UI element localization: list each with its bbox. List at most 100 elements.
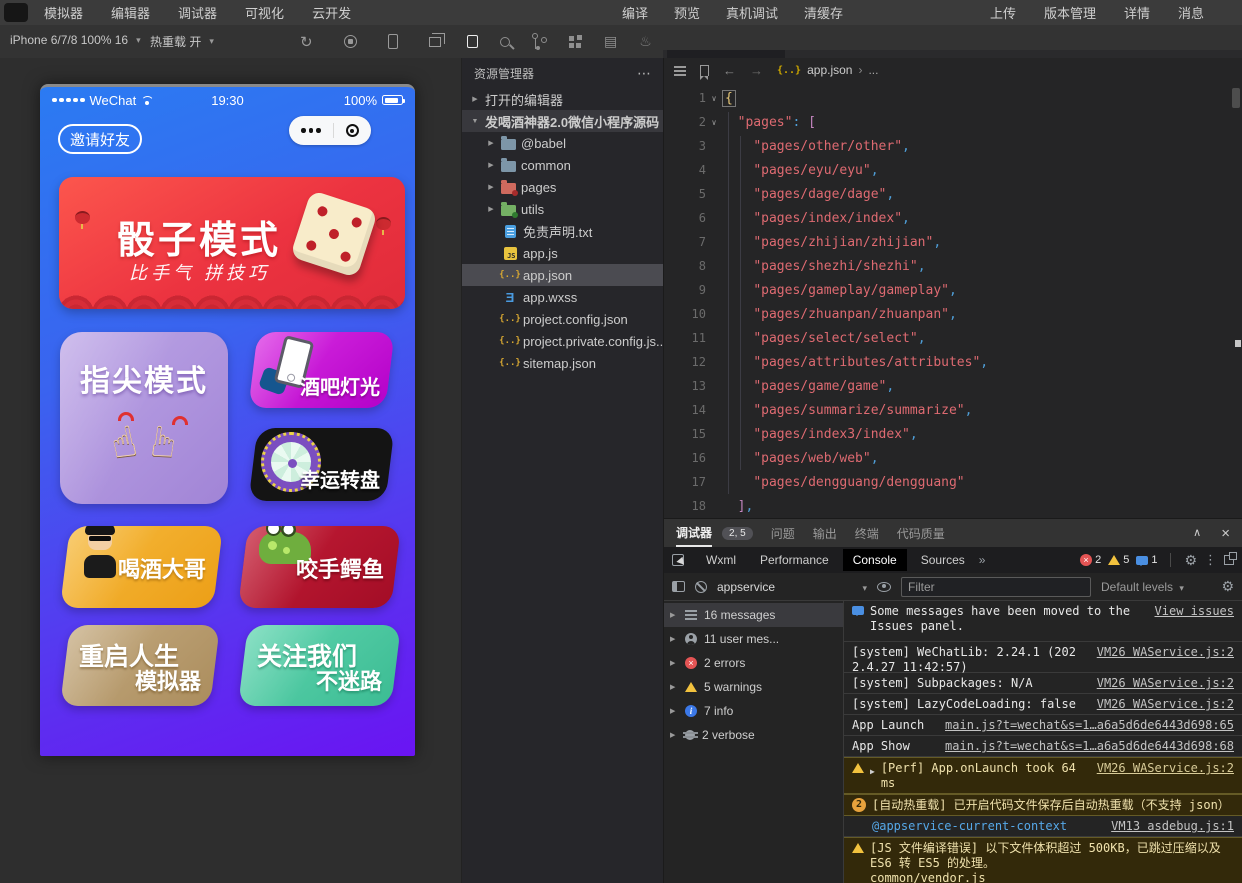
tree-item-sitemap-json[interactable]: sitemap.json	[462, 352, 663, 374]
tab-wxml[interactable]: Wxml	[696, 549, 746, 571]
file-path[interactable]: common/vendor.js	[870, 871, 1234, 883]
settings-gear-icon[interactable]	[1184, 552, 1197, 569]
multi-window-icon[interactable]	[429, 37, 441, 47]
tab-sources[interactable]: Sources	[911, 549, 975, 571]
menu-simulator[interactable]: 模拟器	[44, 3, 83, 22]
context-selector[interactable]: appservice	[717, 580, 867, 594]
explorer-more-icon[interactable]	[637, 65, 651, 82]
card-drinking-bro[interactable]: 喝酒大哥	[60, 526, 223, 608]
context-link[interactable]: @appservice-current-context	[872, 819, 1097, 834]
tree-item-disclaimer-txt[interactable]: 免责声明.txt	[462, 220, 663, 242]
source-link[interactable]: main.js?t=wechat&s=1…a6a5d6de6443d698:65	[945, 718, 1234, 733]
project-root-row[interactable]: 发喝酒神器2.0微信小程序源码	[462, 110, 663, 132]
tree-item-app-json[interactable]: app.json	[462, 264, 663, 286]
hot-reload-toggle[interactable]: 热重载 开	[150, 33, 214, 50]
sidebar-user-messages[interactable]: 11 user mes...	[664, 627, 843, 651]
menu-details[interactable]: 详情	[1124, 3, 1150, 22]
tree-item-project-config[interactable]: project.config.json	[462, 308, 663, 330]
capsule-menu-icon[interactable]	[301, 128, 321, 133]
sidebar-warnings[interactable]: 5 warnings	[664, 675, 843, 699]
message-count[interactable]: 1	[1136, 554, 1157, 566]
card-lucky-wheel[interactable]: 幸运转盘	[249, 428, 395, 501]
record-stop-icon[interactable]	[344, 35, 357, 48]
tree-item-project-private-config[interactable]: project.private.config.js...	[462, 330, 663, 352]
menu-remote-debug[interactable]: 真机调试	[726, 3, 778, 22]
files-icon[interactable]	[467, 35, 478, 48]
device-selector[interactable]: iPhone 6/7/8 100% 16	[10, 33, 141, 47]
save-icon[interactable]	[604, 33, 617, 50]
live-expression-icon[interactable]	[877, 582, 891, 592]
log-levels-dropdown[interactable]: Default levels	[1101, 580, 1184, 594]
phone-icon[interactable]	[388, 34, 398, 49]
collapse-panel-icon[interactable]	[1193, 525, 1201, 542]
sidebar-toggle-icon[interactable]	[672, 581, 685, 592]
card-bar-lights[interactable]: 酒吧灯光	[248, 332, 394, 408]
more-tabs-icon[interactable]	[979, 553, 986, 567]
capsule-close-icon[interactable]	[346, 124, 359, 137]
app-logo[interactable]	[4, 3, 28, 22]
menu-preview[interactable]: 预览	[674, 3, 700, 22]
view-issues-link[interactable]: View issues	[1155, 604, 1234, 619]
menu-visualization[interactable]: 可视化	[245, 3, 284, 22]
source-link[interactable]: VM13 asdebug.js:1	[1111, 819, 1234, 834]
sidebar-info[interactable]: 7 info	[664, 699, 843, 723]
menu-editor[interactable]: 编辑器	[111, 3, 150, 22]
source-link[interactable]: main.js?t=wechat&s=1…a6a5d6de6443d698:68	[945, 739, 1234, 754]
more-options-icon[interactable]	[1204, 552, 1217, 568]
menu-messages[interactable]: 消息	[1178, 3, 1204, 22]
error-count[interactable]: 2	[1080, 554, 1101, 566]
source-link[interactable]: VM26 WAService.js:2	[1097, 676, 1234, 691]
menu-debugger[interactable]: 调试器	[178, 3, 217, 22]
tree-item-babel[interactable]: @babel	[462, 132, 663, 154]
extensions-icon[interactable]	[569, 35, 582, 48]
tab-console[interactable]: Console	[843, 549, 907, 571]
clear-console-icon[interactable]	[695, 581, 707, 593]
menu-compile[interactable]: 编译	[622, 3, 648, 22]
refresh-icon[interactable]	[300, 33, 313, 51]
tab-output[interactable]: 输出	[813, 525, 837, 542]
teapot-icon[interactable]	[639, 33, 652, 50]
tree-item-common[interactable]: common	[462, 154, 663, 176]
tab-code-quality[interactable]: 代码质量	[897, 525, 945, 542]
console-settings-icon[interactable]	[1221, 578, 1234, 595]
code-editor[interactable]: app.json ... 1∨{ 2∨ "pages": [ 3 "pages/…	[664, 58, 1242, 518]
inspect-icon[interactable]	[672, 554, 684, 566]
invite-friends-button[interactable]: 邀请好友	[58, 124, 142, 154]
editor-scrollbar[interactable]	[1232, 88, 1240, 108]
card-follow-us[interactable]: 关注我们 不迷路	[238, 625, 401, 706]
card-biting-crocodile[interactable]: 咬手鳄鱼	[238, 526, 401, 608]
source-link[interactable]: VM26 WAService.js:2	[1097, 697, 1234, 712]
filter-input[interactable]	[901, 577, 1091, 597]
tab-debugger[interactable]: 调试器	[676, 519, 712, 547]
menu-cloud[interactable]: 云开发	[312, 3, 351, 22]
tree-item-app-wxss[interactable]: app.wxss	[462, 286, 663, 308]
breadcrumb-more[interactable]: ...	[868, 63, 878, 77]
sidebar-all-messages[interactable]: 16 messages	[664, 603, 843, 627]
navigate-back-icon[interactable]	[723, 63, 736, 78]
sidebar-errors[interactable]: 2 errors	[664, 651, 843, 675]
code-area[interactable]: 1∨{ 2∨ "pages": [ 3 "pages/other/other",…	[664, 82, 1242, 518]
git-branch-icon[interactable]	[535, 35, 547, 49]
outline-icon[interactable]	[674, 65, 686, 75]
tree-item-pages[interactable]: pages	[462, 176, 663, 198]
source-link[interactable]: VM26 WAService.js:2	[1097, 645, 1234, 660]
menu-clear-cache[interactable]: 清缓存	[804, 3, 843, 22]
tree-item-utils[interactable]: utils	[462, 198, 663, 220]
tab-performance[interactable]: Performance	[750, 549, 839, 571]
search-icon[interactable]	[500, 37, 510, 47]
popout-icon[interactable]	[1224, 555, 1234, 565]
breadcrumb-file[interactable]: app.json	[807, 63, 852, 77]
bookmark-icon[interactable]	[700, 65, 709, 76]
expand-icon[interactable]: ▶	[870, 761, 875, 779]
tree-item-app-js[interactable]: app.js	[462, 242, 663, 264]
warning-count[interactable]: 5	[1108, 554, 1129, 566]
card-restart-life[interactable]: 重启人生 模拟器	[60, 625, 220, 706]
close-panel-icon[interactable]	[1221, 525, 1230, 542]
tab-terminal[interactable]: 终端	[855, 525, 879, 542]
tab-problems[interactable]: 问题	[771, 525, 795, 542]
dice-mode-banner[interactable]: 骰子模式 比手气 拼技巧	[59, 177, 405, 309]
menu-upload[interactable]: 上传	[990, 3, 1016, 22]
source-link[interactable]: VM26 WAService.js:2	[1097, 761, 1234, 776]
navigate-forward-icon[interactable]	[750, 63, 763, 78]
open-editors-row[interactable]: 打开的编辑器	[462, 88, 663, 110]
